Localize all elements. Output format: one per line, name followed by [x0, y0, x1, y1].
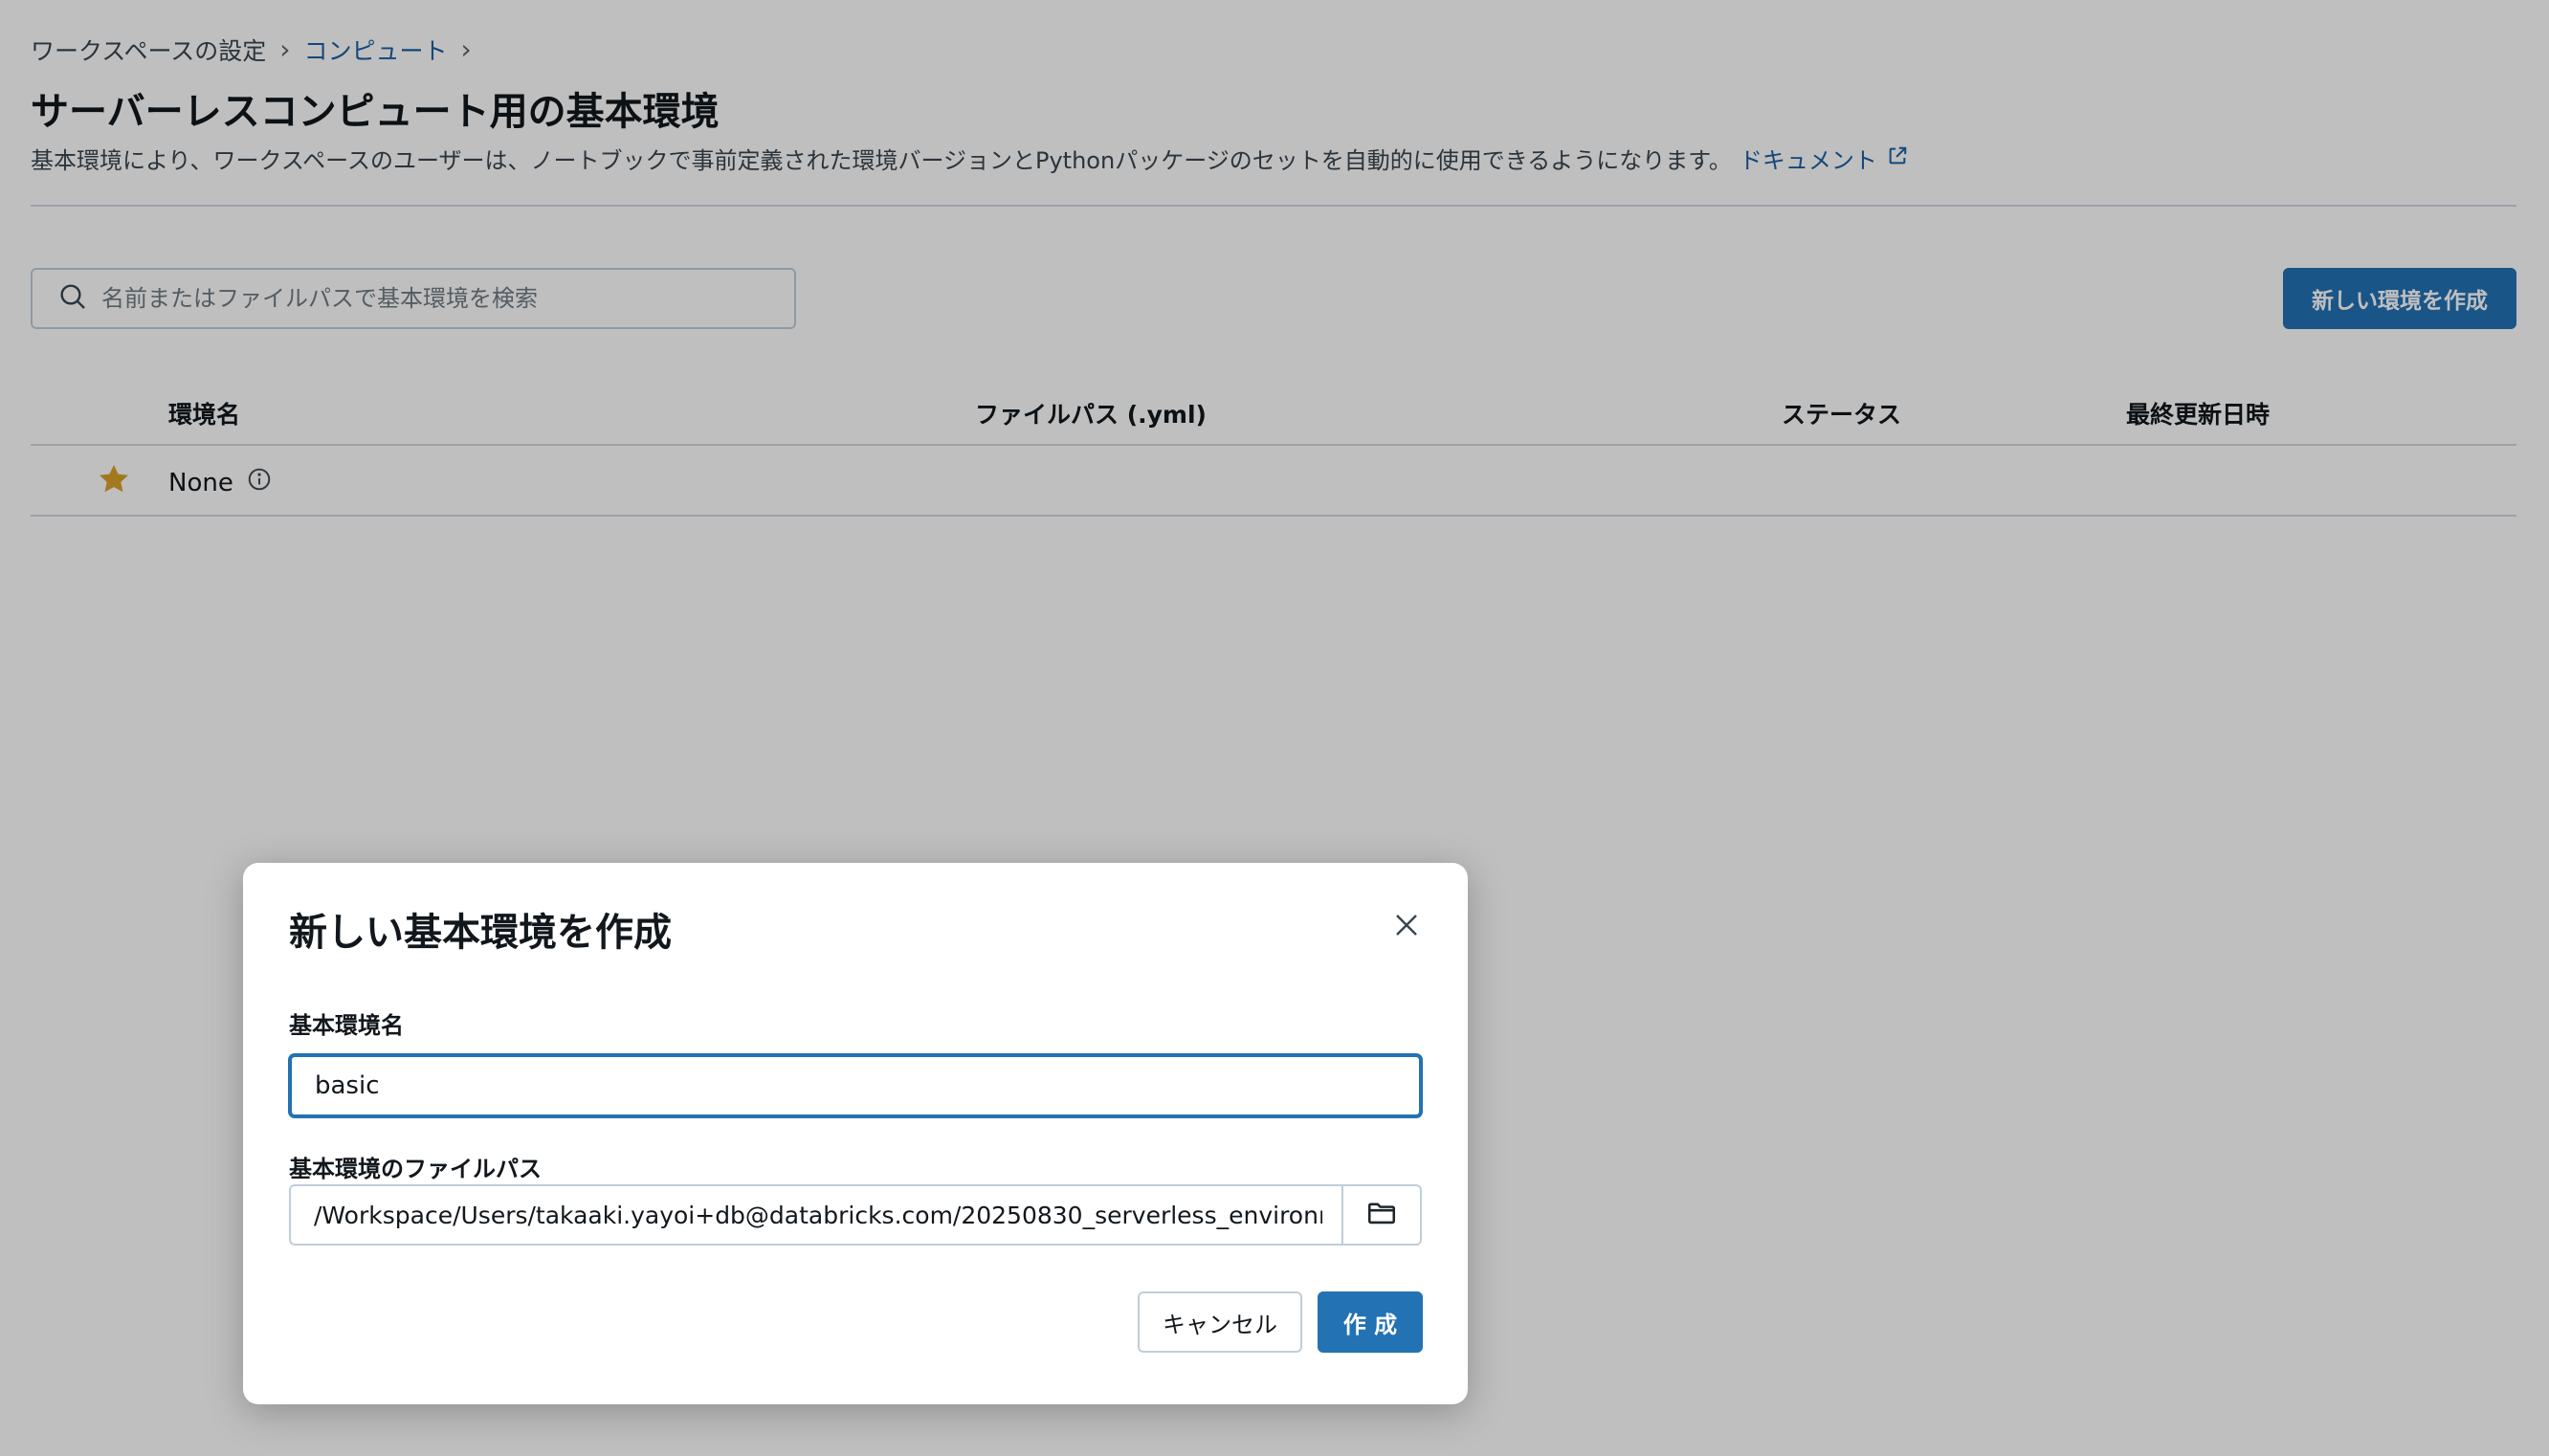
create-button[interactable]: 作 成 [1318, 1291, 1423, 1353]
close-icon [1392, 911, 1421, 942]
folder-icon [1365, 1197, 1398, 1233]
path-field [289, 1184, 1422, 1246]
dialog-title: 新しい基本環境を作成 [289, 911, 672, 955]
name-input[interactable] [289, 1054, 1422, 1117]
path-input[interactable] [291, 1186, 1341, 1244]
cancel-button[interactable]: キャンセル [1138, 1291, 1302, 1353]
create-environment-dialog: 新しい基本環境を作成 基本環境名 基本環境のファイルパス キャンセル 作 成 [243, 863, 1468, 1404]
close-button[interactable] [1387, 907, 1426, 945]
path-field-label: 基本環境のファイルパス [289, 1156, 542, 1182]
browse-folder-button[interactable] [1341, 1186, 1420, 1244]
name-field-label: 基本環境名 [289, 1012, 404, 1039]
